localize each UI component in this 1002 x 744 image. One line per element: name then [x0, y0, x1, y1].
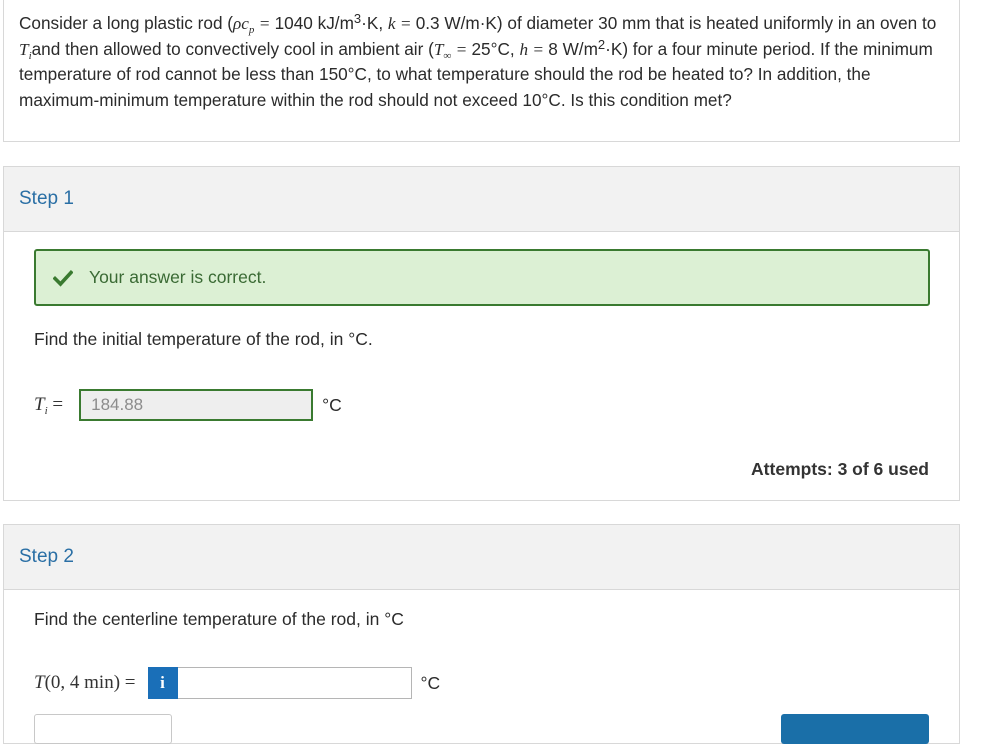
- h-value: 8 W/m: [548, 38, 598, 59]
- checkmark-icon: [53, 269, 73, 287]
- problem-card: Consider a long plastic rod (ρcp = 1040 …: [3, 0, 960, 142]
- ti-label: Ti =: [34, 394, 64, 417]
- step2-card: Step 2 Find the centerline temperature o…: [3, 524, 960, 744]
- success-alert: Your answer is correct.: [34, 249, 930, 306]
- centerline-temp-label: T(0, 4 min) =: [34, 672, 136, 693]
- attempts-counter: Attempts: 3 of 6 used: [751, 459, 929, 479]
- centerline-temp-input[interactable]: [177, 667, 412, 699]
- centerline-temp-unit: °C: [420, 672, 441, 693]
- rho-cp-equals: =: [254, 14, 275, 33]
- info-icon[interactable]: i: [147, 667, 178, 699]
- secondary-button[interactable]: [34, 714, 172, 744]
- rho-cp-value: 1040 kJ/m: [274, 13, 354, 33]
- step1-title[interactable]: Step 1: [19, 188, 74, 210]
- rho-cp-unit-tail: ·K,: [361, 13, 388, 33]
- tinf-equals: =: [451, 39, 472, 59]
- h-symbol: h: [519, 39, 529, 59]
- problem-text-2: and then allowed to convectively cool in…: [31, 38, 434, 59]
- tinf-value: 25°C,: [471, 38, 520, 59]
- success-message: Your answer is correct.: [89, 267, 267, 287]
- tinf-symbol: T∞: [433, 39, 452, 62]
- k-equals: =: [395, 14, 416, 33]
- problem-statement: Consider a long plastic rod (ρcp = 1040 …: [19, 11, 944, 113]
- submit-button[interactable]: [781, 714, 929, 744]
- step2-answer-row: T(0, 4 min) = i °C: [34, 667, 440, 699]
- step2-prompt: Find the centerline temperature of the r…: [34, 609, 404, 629]
- step2-header[interactable]: Step 2: [4, 525, 959, 590]
- rho-cp-symbol: ρcp: [233, 14, 255, 36]
- step1-header[interactable]: Step 1: [4, 167, 959, 232]
- ti-symbol: Ti: [19, 39, 32, 62]
- step2-title[interactable]: Step 2: [19, 546, 74, 568]
- h-equals: =: [528, 39, 549, 59]
- step1-card: Step 1 Your answer is correct. Find the …: [3, 166, 960, 501]
- problem-text-1: Consider a long plastic rod (: [19, 13, 233, 33]
- step1-answer-row: Ti = °C: [34, 389, 342, 421]
- k-symbol: k: [387, 14, 396, 33]
- ti-unit: °C: [322, 394, 342, 415]
- step1-prompt: Find the initial temperature of the rod,…: [34, 329, 373, 349]
- k-value-text: 0.3 W/m·K) of diameter 30 mm that is hea…: [415, 13, 937, 33]
- ti-answer-input[interactable]: [79, 389, 314, 421]
